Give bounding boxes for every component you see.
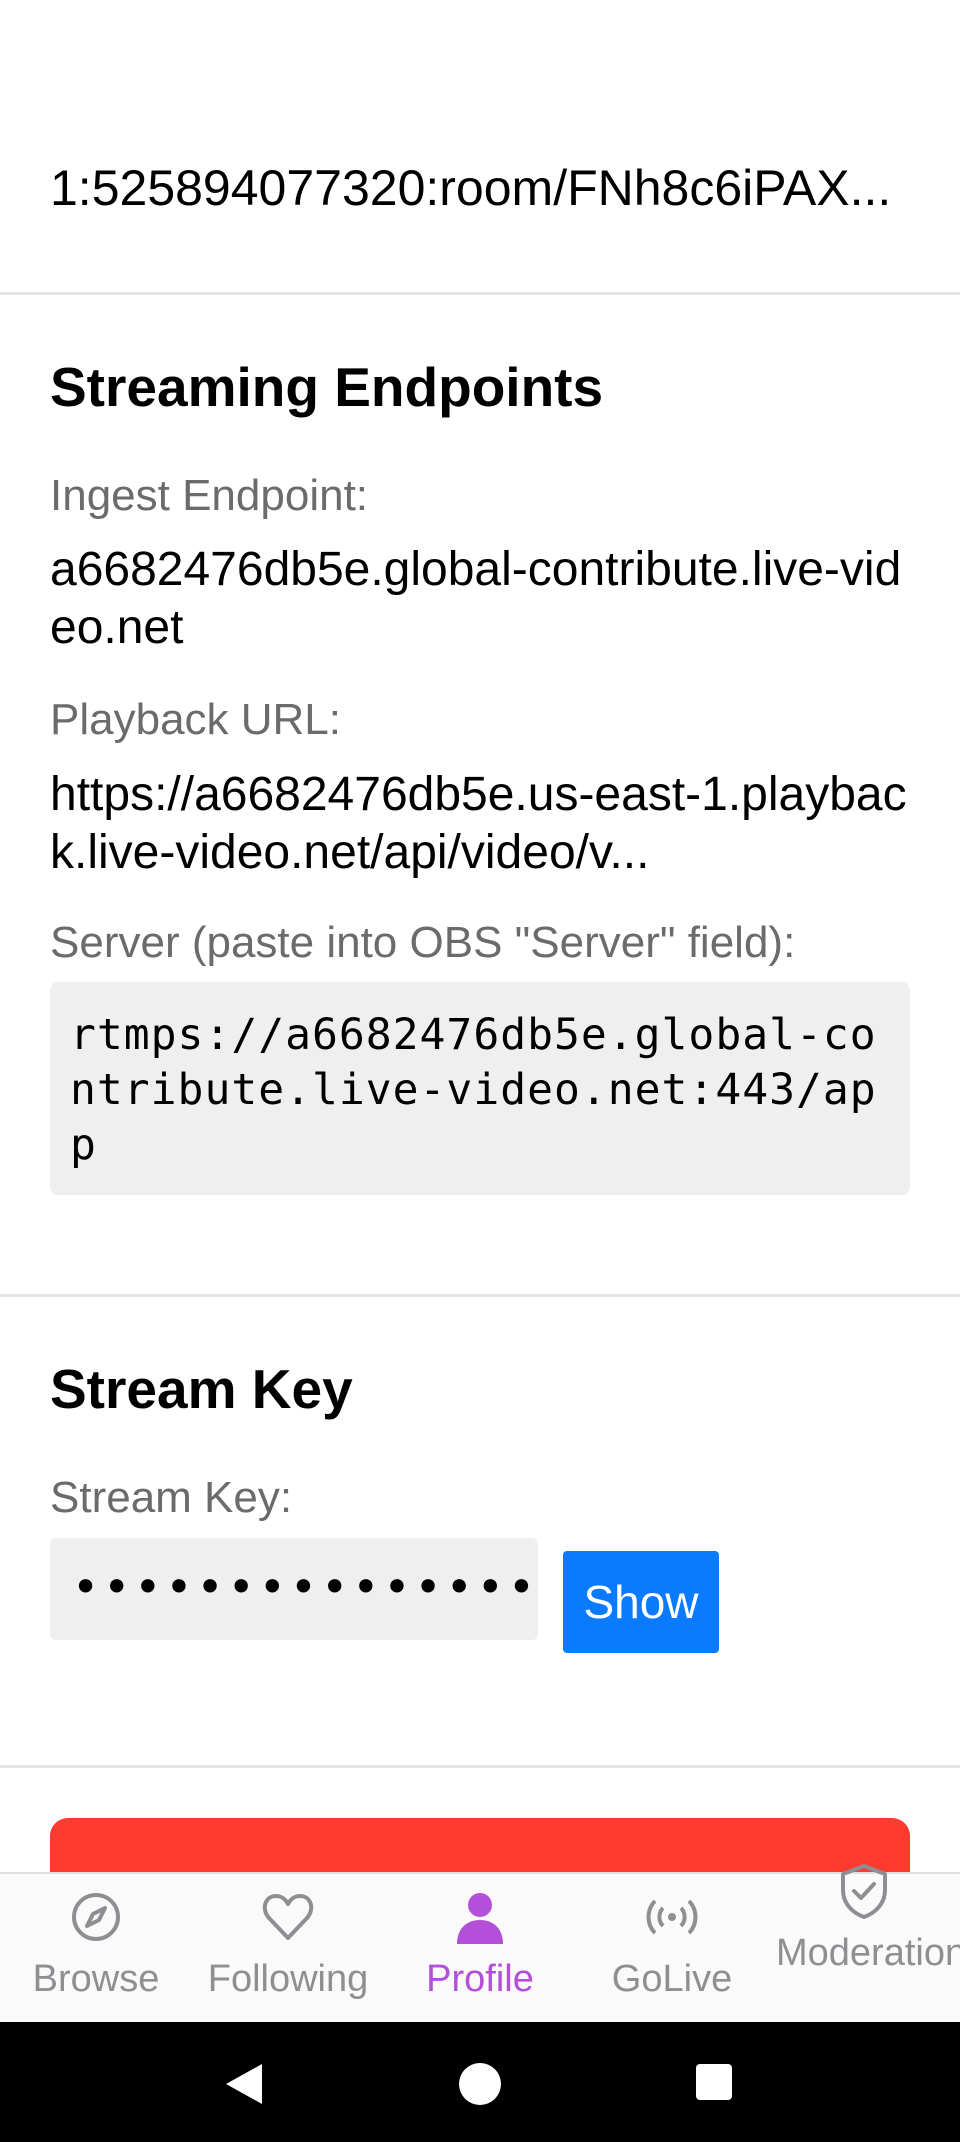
stream-key-masked: •••••••••••••••• xyxy=(72,1560,538,1614)
system-navigation-bar xyxy=(0,2022,960,2142)
tab-profile[interactable]: Profile xyxy=(384,1874,576,2024)
stream-key-field[interactable]: •••••••••••••••• xyxy=(50,1538,538,1640)
server-value: rtmps://a6682476db5e.global-contribute.l… xyxy=(70,1010,877,1170)
streaming-endpoints-title: Streaming Endpoints xyxy=(50,356,604,418)
tab-moderation[interactable]: Moderation xyxy=(768,1864,960,2024)
compass-icon xyxy=(72,1893,120,1941)
shield-check-icon xyxy=(841,1864,887,1919)
tab-following-label: Following xyxy=(207,1958,369,2000)
ingest-endpoint-value: a6682476db5e.global-contribute.live-vide… xyxy=(50,543,902,654)
section-divider xyxy=(0,1765,960,1768)
playback-url-label: Playback URL: xyxy=(50,695,342,744)
recents-icon[interactable] xyxy=(694,2062,734,2102)
section-divider xyxy=(0,292,960,295)
broadcast-icon xyxy=(646,1899,698,1935)
tab-moderation-label: Moderation xyxy=(776,1932,960,1974)
tab-golive-label: GoLive xyxy=(611,1958,733,2000)
person-icon xyxy=(457,1893,503,1944)
tab-golive[interactable]: GoLive xyxy=(576,1874,768,2024)
tab-following[interactable]: Following xyxy=(192,1874,384,2024)
channel-arn-value: 1:525894077320:room/FNh8c6iPAX... xyxy=(50,160,892,216)
tab-browse[interactable]: Browse xyxy=(0,1874,192,2024)
section-divider xyxy=(0,1294,960,1297)
playback-url-value: https://a6682476db5e.us-east-1.playback.… xyxy=(50,768,907,879)
ingest-endpoint-label: Ingest Endpoint: xyxy=(50,471,369,520)
home-icon[interactable] xyxy=(458,2062,502,2106)
heart-icon xyxy=(262,1894,314,1940)
bottom-tab-bar: Browse Following Profile GoLive Moderati… xyxy=(0,1864,960,2024)
show-stream-key-button[interactable]: Show xyxy=(563,1551,719,1653)
tab-profile-label: Profile xyxy=(426,1958,534,2000)
server-label: Server (paste into OBS "Server" field): xyxy=(50,918,796,967)
stream-key-title: Stream Key xyxy=(50,1358,353,1420)
tab-browse-label: Browse xyxy=(32,1958,160,2000)
server-code-box[interactable]: rtmps://a6682476db5e.global-contribute.l… xyxy=(50,982,910,1195)
back-icon[interactable] xyxy=(222,2062,266,2106)
stream-key-label: Stream Key: xyxy=(50,1473,293,1522)
